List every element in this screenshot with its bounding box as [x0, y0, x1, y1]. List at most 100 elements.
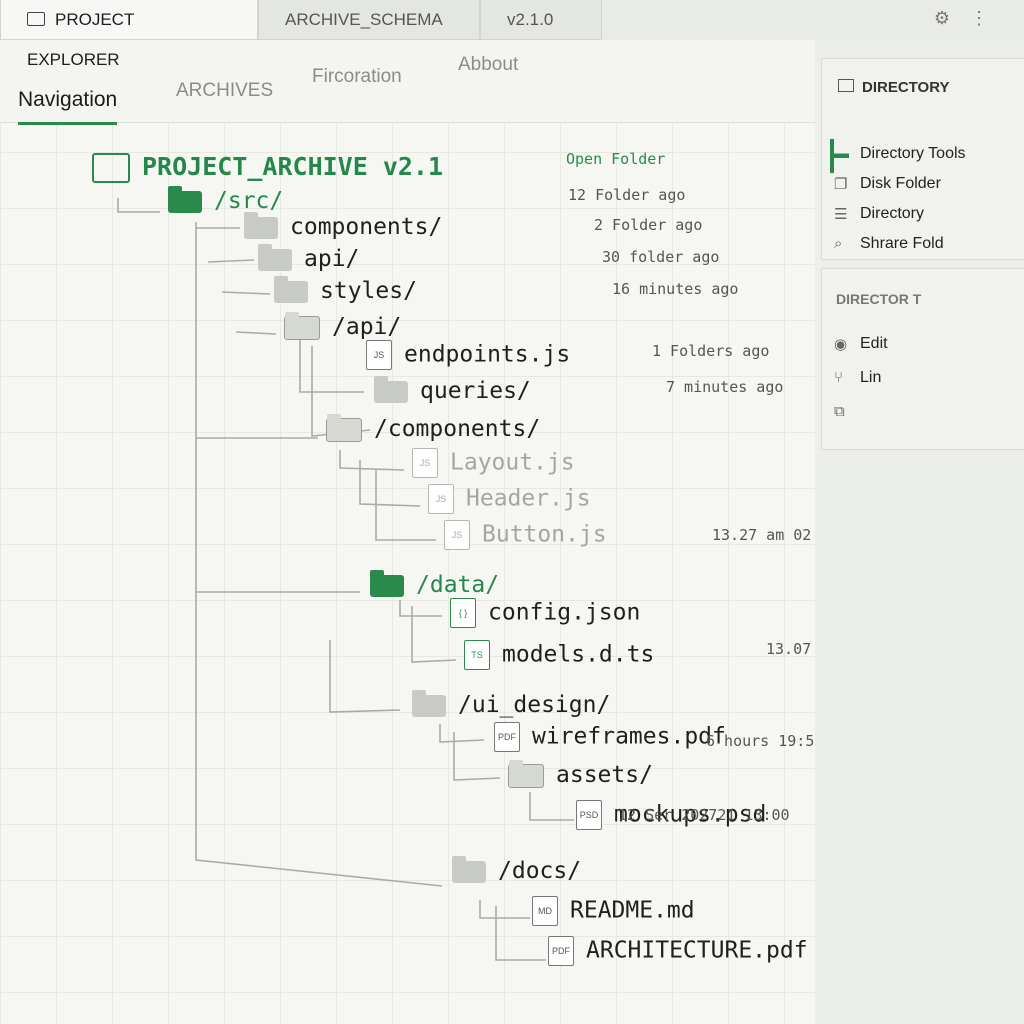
tree-folder-assets[interactable]: assets/ [508, 759, 653, 788]
folder-open-icon [284, 311, 320, 340]
node-label: /ui_design/ [458, 692, 611, 718]
node-label: /data/ [416, 572, 500, 598]
folder-icon [168, 185, 202, 213]
list-icon: ☰ [834, 206, 848, 223]
tab-label: v2.1.0 [507, 10, 554, 29]
ts-file-icon: TS [464, 640, 490, 670]
node-label: /api/ [332, 314, 402, 340]
connector-line [329, 640, 401, 713]
open-folder-link[interactable]: Open Folder [566, 150, 665, 168]
eye-icon: ◉ [834, 336, 848, 353]
window-controls: ⚙⋮ [934, 8, 1008, 29]
folder-icon [412, 689, 446, 717]
tree-file-header[interactable]: JS Header.js [428, 484, 591, 514]
tree-root[interactable]: PROJECT_ARCHIVE v2.1 [92, 152, 443, 183]
tree-file-config[interactable]: { } config.json [450, 598, 640, 628]
tree-file-architecture[interactable]: PDF ARCHITECTURE.pdf [548, 936, 808, 966]
tree-connectors [117, 198, 574, 961]
sidebar-title: DIRECTORY [838, 79, 950, 96]
tree-file-endpoints[interactable]: JS endpoints.js [366, 340, 570, 370]
json-file-icon: { } [450, 598, 476, 628]
connector-line [529, 792, 574, 821]
folder-icon [274, 275, 308, 303]
timestamp: 12 Ser 202721 13:00 [618, 806, 790, 824]
tree-folder-queries[interactable]: queries/ [374, 375, 531, 404]
node-label: Layout.js [450, 449, 575, 476]
tab-project-explorer[interactable]: PROJECT EXPLORER [0, 0, 258, 69]
node-label: /src/ [214, 188, 284, 214]
connector-line [221, 291, 271, 295]
node-label: models.d.ts [502, 641, 655, 668]
tree-folder-src[interactable]: /src/ [168, 185, 284, 214]
sidebar-item-disk-folder[interactable]: ❐ Disk Folder [834, 175, 941, 193]
tree-file-models[interactable]: TS models.d.ts [464, 640, 654, 670]
folder-icon [374, 375, 408, 403]
sidebar-item-label: Disk Folder [860, 175, 941, 192]
timestamp: 30 folder ago [602, 248, 720, 266]
explorer-panel: Navigation ARCHIVES Fircoration Abbout P… [0, 40, 920, 1024]
node-label: config.json [488, 599, 641, 626]
sidebar-item-share-folder[interactable]: ⌕ Shrare Fold [834, 235, 944, 253]
tree-file-button[interactable]: JS Button.js [444, 520, 607, 550]
tree-folder-data[interactable]: /data/ [370, 569, 500, 598]
node-label: ARCHITECTURE.pdf [586, 937, 808, 964]
folder-icon [838, 79, 854, 92]
sidebar-item-directory-tools[interactable]: ▬ Directory Tools [834, 145, 966, 163]
node-label: styles/ [320, 278, 417, 304]
sidebar-item-link[interactable]: ⑂ Lin [834, 369, 882, 387]
tab-archive-schema[interactable]: ARCHIVE_SCHEMA [258, 0, 480, 40]
node-label: Header.js [466, 485, 591, 512]
sidebar-title-text: DIRECTORY [862, 79, 950, 96]
image-folder-icon [508, 759, 544, 788]
sidebar-item-label: Directory [860, 205, 925, 222]
document-icon: MD [532, 896, 558, 926]
tree-folder-ui-design[interactable]: /ui_design/ [412, 689, 611, 718]
tree-folder-components[interactable]: components/ [244, 211, 443, 240]
more-vertical-icon[interactable]: ⋮ [970, 8, 1008, 28]
tree-folder-components-open[interactable]: /components/ [326, 413, 541, 442]
connector-line [207, 259, 255, 263]
folder-icon: ▬ [834, 145, 849, 162]
root-label: PROJECT_ARCHIVE v2.1 [142, 152, 444, 181]
window-tab-bar: PROJECT EXPLORER ARCHIVE_SCHEMA v2.1.0 ⚙… [0, 0, 1024, 69]
tab-version[interactable]: v2.1.0 [480, 0, 602, 40]
node-label: /components/ [374, 416, 541, 442]
timestamp: 16 minutes ago [612, 280, 739, 298]
folder-icon [258, 243, 292, 271]
tree-file-readme[interactable]: MD README.md [532, 896, 695, 926]
tree-folder-docs[interactable]: /docs/ [452, 855, 582, 884]
timestamp: 2 Folder ago [594, 216, 703, 234]
sidebar-item-directory[interactable]: ☰ Directory [834, 205, 925, 223]
connector-line [439, 724, 485, 743]
director-card: DIRECTOR T ◉ Edit ⑂ Lin ⧉ [821, 268, 1024, 450]
timestamp: 1 Folders ago [652, 342, 770, 360]
node-label: Button.js [482, 521, 607, 548]
sidebar-item-edit[interactable]: ◉ Edit [834, 335, 888, 353]
folder-icon [452, 855, 486, 883]
folder-open-icon [326, 413, 362, 442]
connector-line [359, 460, 421, 507]
tree-file-layout[interactable]: JS Layout.js [412, 448, 575, 478]
folder-icon [244, 211, 278, 239]
sidebar-item-label: Lin [860, 369, 882, 386]
directory-card: DIRECTORY ▬ Directory Tools ❐ Disk Folder … [821, 58, 1024, 260]
tree-folder-styles[interactable]: styles/ [274, 275, 417, 304]
directory-sidebar: DIRECTORY ▬ Directory Tools ❐ Disk Folder … [815, 40, 1024, 1024]
js-file-icon: JS [412, 448, 438, 478]
branch-icon: ⑂ [834, 369, 844, 386]
connector-line [235, 331, 277, 335]
tree-folder-api[interactable]: api/ [258, 243, 359, 272]
connector-line [339, 450, 405, 471]
connector-line [399, 600, 442, 617]
node-label: assets/ [556, 762, 653, 788]
tree-file-wireframes[interactable]: PDF wireframes.pdf [494, 722, 726, 752]
gear-icon[interactable]: ⚙ [934, 8, 970, 28]
js-file-icon: JS [366, 340, 392, 370]
tree-folder-api-open[interactable]: /api/ [284, 311, 402, 340]
js-file-icon: JS [444, 520, 470, 550]
js-file-icon: JS [428, 484, 454, 514]
node-label: /docs/ [498, 858, 582, 884]
node-label: components/ [290, 214, 443, 240]
sidebar-item-label: Edit [860, 335, 888, 352]
timestamp: 7 minutes ago [666, 378, 784, 396]
